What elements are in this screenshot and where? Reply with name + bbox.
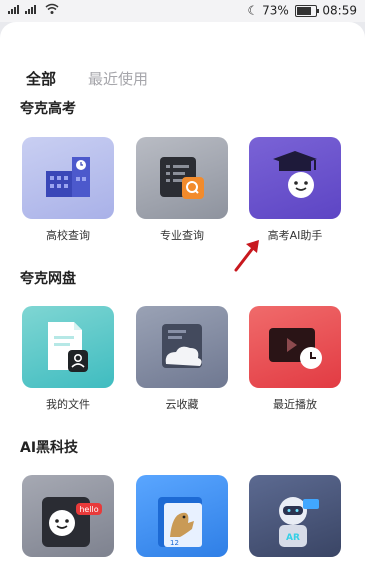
recent-playback-icon <box>269 328 322 369</box>
recent-playback-label: 最近播放 <box>273 398 317 411</box>
tab-all[interactable]: 全部 <box>26 68 56 89</box>
hello-badge: hello <box>79 505 98 514</box>
cloud-favorites-label: 云收藏 <box>165 398 199 411</box>
major-search-icon <box>160 157 204 199</box>
photo-album-button[interactable]: 12 <box>136 475 228 557</box>
battery-percent: 73% <box>262 3 289 18</box>
photo-count-badge: 12 <box>170 539 179 547</box>
major-search-label: 专业查询 <box>160 229 204 242</box>
hello-bot-icon: hello <box>42 497 102 547</box>
my-files-button[interactable] <box>22 306 114 388</box>
tab-recent[interactable]: 最近使用 <box>88 68 148 89</box>
my-files-label: 我的文件 <box>46 398 90 411</box>
clock: 08:59 <box>322 3 357 18</box>
section-title-netdisk: 夸克网盘 <box>20 271 76 287</box>
signal-indicator <box>8 3 59 15</box>
hello-bot-button[interactable]: hello <box>22 475 114 557</box>
gaokao-ai-assistant-button[interactable] <box>249 137 341 219</box>
status-right: ☾ 73% 08:59 <box>247 3 357 18</box>
signal-icon <box>8 3 42 15</box>
university-building-icon <box>46 157 90 197</box>
major-search-button[interactable] <box>136 137 228 219</box>
university-search-button[interactable] <box>22 137 114 219</box>
ar-robot-button[interactable]: AR <box>249 475 341 557</box>
section-title-gaokao: 夸克高考 <box>20 101 76 117</box>
status-bar: ☾ 73% 08:59 <box>0 0 365 22</box>
my-files-icon <box>48 322 88 372</box>
photo-album-icon: 12 <box>158 497 202 547</box>
red-arrow-icon <box>232 236 264 274</box>
ar-badge: AR <box>286 533 300 543</box>
moon-icon: ☾ <box>247 3 259 18</box>
recent-playback-button[interactable] <box>249 306 341 388</box>
ai-graduate-assistant-icon <box>273 151 317 198</box>
ar-robot-icon: AR <box>279 497 319 547</box>
section-title-ai-tech: AI黑科技 <box>20 440 79 456</box>
cloud-favorites-button[interactable] <box>136 306 228 388</box>
university-search-label: 高校查询 <box>46 229 90 242</box>
wifi-icon <box>45 3 59 15</box>
cloud-favorites-icon <box>162 324 202 368</box>
battery-icon <box>294 4 319 17</box>
